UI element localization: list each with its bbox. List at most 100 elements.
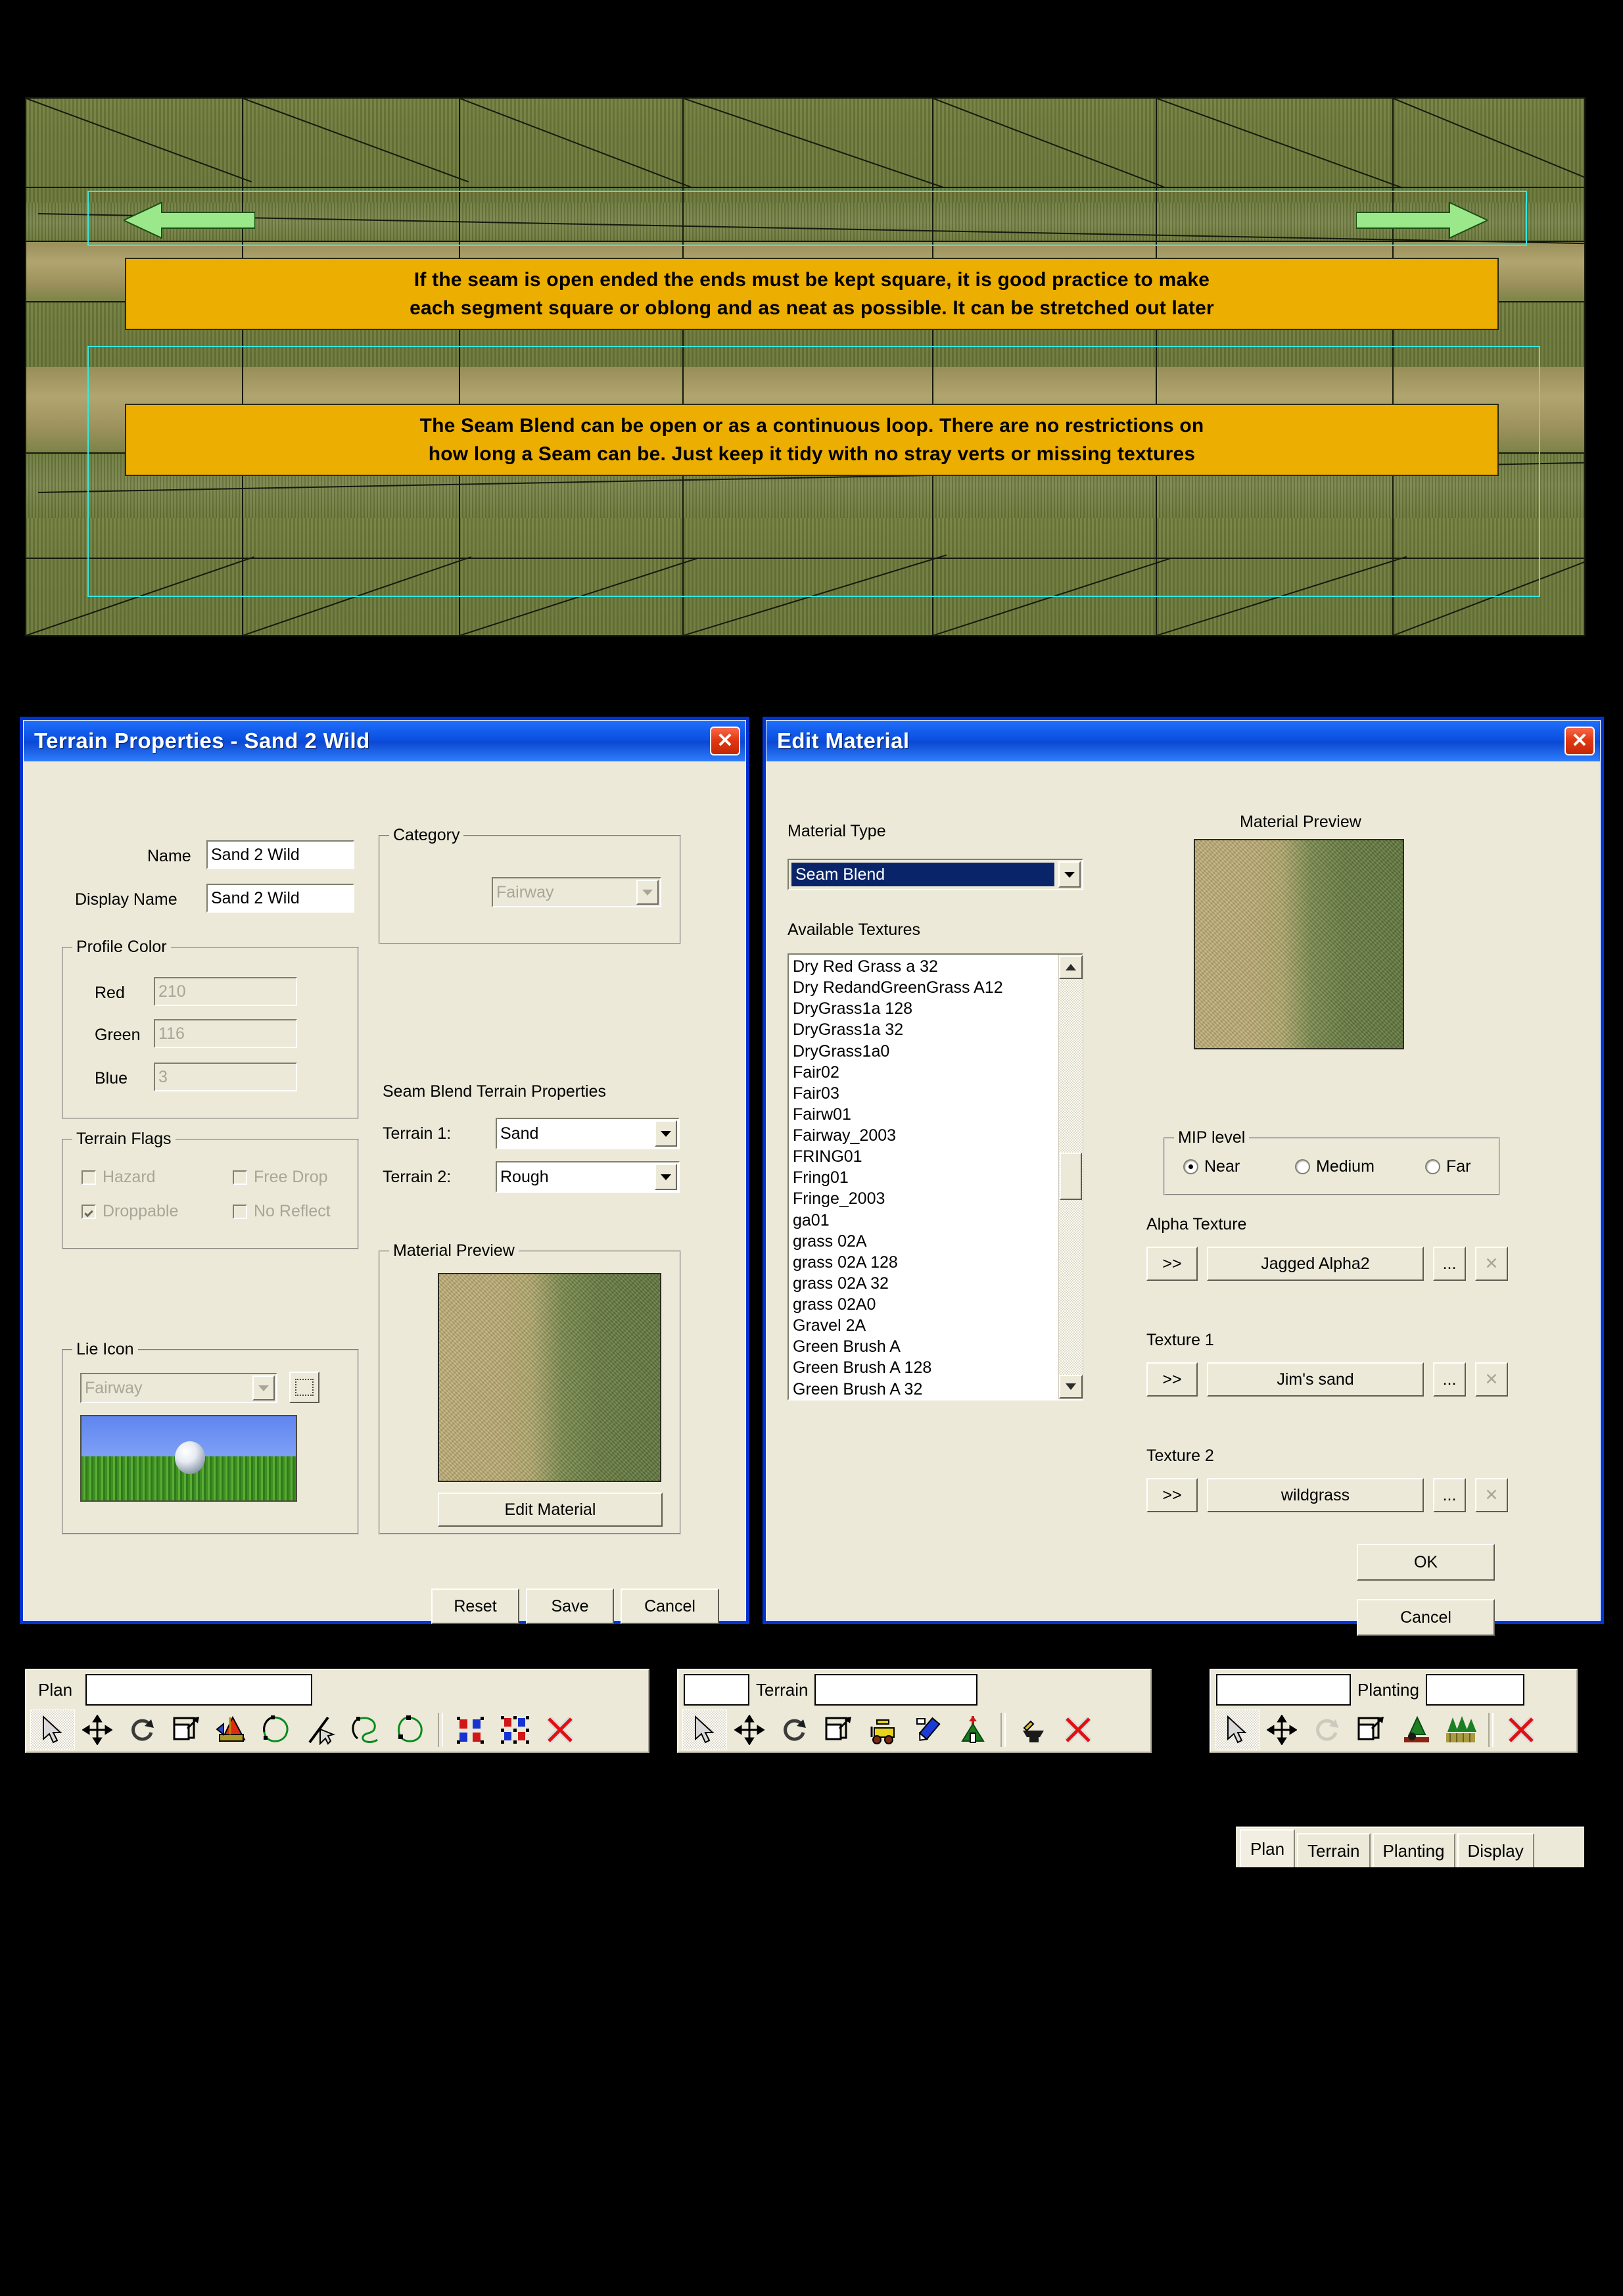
texture-list-item[interactable]: DryGrass1a 32: [793, 1019, 1082, 1040]
alpha-texture-expand-button[interactable]: >>: [1146, 1247, 1198, 1281]
texture2-browse-button[interactable]: ...: [1433, 1478, 1466, 1512]
terrain2-select[interactable]: Rough: [496, 1161, 680, 1193]
alpha-texture-value-field[interactable]: Jagged Alpha2: [1207, 1247, 1424, 1281]
chevron-down-icon[interactable]: [1058, 861, 1081, 888]
texture-list-item[interactable]: Green Brush A 32: [793, 1379, 1082, 1400]
scroll-down-icon[interactable]: [1059, 1375, 1083, 1399]
move-icon[interactable]: [1259, 1710, 1304, 1750]
tab-plan[interactable]: Plan: [1240, 1829, 1295, 1867]
texture-list-item[interactable]: grass 02A 32: [793, 1273, 1082, 1294]
select-arrow-icon[interactable]: [1215, 1710, 1259, 1750]
texture-list-item[interactable]: Fairway_2003: [793, 1125, 1082, 1146]
display-name-input[interactable]: Sand 2 Wild: [206, 884, 354, 913]
texture-list-item[interactable]: grass 02A0: [793, 1294, 1082, 1315]
no-reflect-checkbox[interactable]: No Reflect: [233, 1202, 331, 1221]
planting-toolbar-field-right[interactable]: [1426, 1674, 1524, 1706]
vertex-grid-dense-icon[interactable]: [493, 1710, 538, 1750]
close-icon[interactable]: ✕: [1564, 727, 1595, 755]
alpha-texture-browse-button[interactable]: ...: [1433, 1247, 1466, 1281]
texture2-value-field[interactable]: wildgrass: [1207, 1478, 1424, 1512]
outline-shape-icon[interactable]: [388, 1710, 433, 1750]
mip-level-medium-radio[interactable]: Medium: [1295, 1157, 1375, 1176]
texture2-expand-button[interactable]: >>: [1146, 1478, 1198, 1512]
texture-list-item[interactable]: Dry RedandGreenGrass A12: [793, 977, 1082, 998]
tab-display[interactable]: Display: [1457, 1833, 1534, 1867]
texture-list-item[interactable]: Fair03: [793, 1083, 1082, 1104]
texture-list-item[interactable]: grass 02A 128: [793, 1252, 1082, 1273]
edit-material-cancel-button[interactable]: Cancel: [1357, 1599, 1495, 1636]
texture1-clear-button[interactable]: ✕: [1475, 1362, 1508, 1397]
texture-list-item[interactable]: DryGrass1a0: [793, 1041, 1082, 1062]
scrollbar-thumb[interactable]: [1060, 1153, 1082, 1200]
vertex-grid-icon[interactable]: [448, 1710, 493, 1750]
terrain-toolbar-field-left[interactable]: [684, 1674, 749, 1706]
plan-toolbar-field[interactable]: [85, 1674, 312, 1706]
ok-button[interactable]: OK: [1357, 1544, 1495, 1581]
rotate-icon[interactable]: [120, 1710, 164, 1750]
terrain1-select[interactable]: Sand: [496, 1118, 680, 1149]
texture-list-item[interactable]: FRING01: [793, 1146, 1082, 1167]
texture-list-item[interactable]: Fringe_2003: [793, 1188, 1082, 1209]
tab-planting[interactable]: Planting: [1373, 1833, 1455, 1867]
mip-level-far-radio[interactable]: Far: [1425, 1157, 1471, 1176]
select-arrow-icon[interactable]: [682, 1710, 727, 1750]
terrain-toolbar-field-right[interactable]: [814, 1674, 977, 1706]
elevation-icon[interactable]: [209, 1710, 254, 1750]
texture-list-item[interactable]: Fair02: [793, 1062, 1082, 1083]
planting-toolbar-field-left[interactable]: [1216, 1674, 1351, 1706]
forest-icon[interactable]: [1438, 1710, 1483, 1750]
rotate-icon[interactable]: [1304, 1710, 1349, 1750]
rotate-icon[interactable]: [772, 1710, 816, 1750]
name-input[interactable]: Sand 2 Wild: [206, 840, 354, 869]
lie-icon-select[interactable]: Fairway: [80, 1373, 277, 1403]
chevron-down-icon[interactable]: [252, 1375, 275, 1400]
terrain-properties-titlebar[interactable]: Terrain Properties - Sand 2 Wild ✕: [24, 721, 745, 761]
blue-input[interactable]: 3: [154, 1063, 297, 1091]
texture-list-item[interactable]: grass 02A: [793, 1231, 1082, 1252]
edit-material-titlebar[interactable]: Edit Material ✕: [766, 721, 1600, 761]
texture2-clear-button[interactable]: ✕: [1475, 1478, 1508, 1512]
texture-list-item[interactable]: DryGrass1a 128: [793, 998, 1082, 1019]
red-input[interactable]: 210: [154, 977, 297, 1006]
hazard-checkbox[interactable]: Hazard: [82, 1168, 156, 1187]
available-textures-listbox[interactable]: Dry Red Grass a 32Dry RedandGreenGrass A…: [788, 953, 1083, 1400]
single-tree-icon[interactable]: [1394, 1710, 1438, 1750]
alpha-texture-clear-button[interactable]: ✕: [1475, 1247, 1508, 1281]
green-input[interactable]: 116: [154, 1019, 297, 1048]
edit-material-button[interactable]: Edit Material: [438, 1493, 663, 1527]
lie-icon-browse-button[interactable]: [289, 1372, 319, 1403]
texture1-browse-button[interactable]: ...: [1433, 1362, 1466, 1397]
delete-icon[interactable]: [1056, 1710, 1100, 1750]
delete-icon[interactable]: [538, 1710, 582, 1750]
reset-button[interactable]: Reset: [431, 1589, 519, 1624]
available-textures-scrollbar[interactable]: [1058, 955, 1083, 1399]
bulldozer-icon[interactable]: [861, 1710, 906, 1750]
move-icon[interactable]: [75, 1710, 120, 1750]
resize-icon[interactable]: [164, 1710, 209, 1750]
terrain-3d-viewport[interactable]: If the seam is open ended the ends must …: [25, 97, 1586, 636]
tree-terrain-icon[interactable]: [951, 1710, 995, 1750]
chevron-down-icon[interactable]: [636, 880, 659, 905]
anvil-icon[interactable]: [1011, 1710, 1056, 1750]
scroll-up-icon[interactable]: [1059, 955, 1083, 979]
chevron-down-icon[interactable]: [655, 1120, 677, 1147]
select-arrow-icon[interactable]: [30, 1710, 75, 1750]
texture-list-item[interactable]: Fairw01: [793, 1104, 1082, 1125]
texture-list-item[interactable]: Green Brush A 128: [793, 1357, 1082, 1378]
seam-selection-upper[interactable]: [87, 191, 1527, 246]
delete-icon[interactable]: [1499, 1710, 1543, 1750]
texture1-expand-button[interactable]: >>: [1146, 1362, 1198, 1397]
resize-icon[interactable]: [816, 1710, 861, 1750]
texture1-value-field[interactable]: Jim's sand: [1207, 1362, 1424, 1397]
material-type-select[interactable]: Seam Blend: [788, 859, 1083, 890]
category-select[interactable]: Fairway: [492, 877, 661, 907]
freehand-shape-icon[interactable]: [343, 1710, 388, 1750]
mip-level-near-radio[interactable]: Near: [1183, 1157, 1240, 1176]
texture-list-item[interactable]: Gravel 2A: [793, 1315, 1082, 1336]
closed-shape-icon[interactable]: [254, 1710, 298, 1750]
save-button[interactable]: Save: [526, 1589, 614, 1624]
tab-terrain[interactable]: Terrain: [1297, 1833, 1370, 1867]
chevron-down-icon[interactable]: [655, 1164, 677, 1190]
texture-list-item[interactable]: Dry Red Grass a 32: [793, 956, 1082, 977]
spline-icon[interactable]: [298, 1710, 343, 1750]
